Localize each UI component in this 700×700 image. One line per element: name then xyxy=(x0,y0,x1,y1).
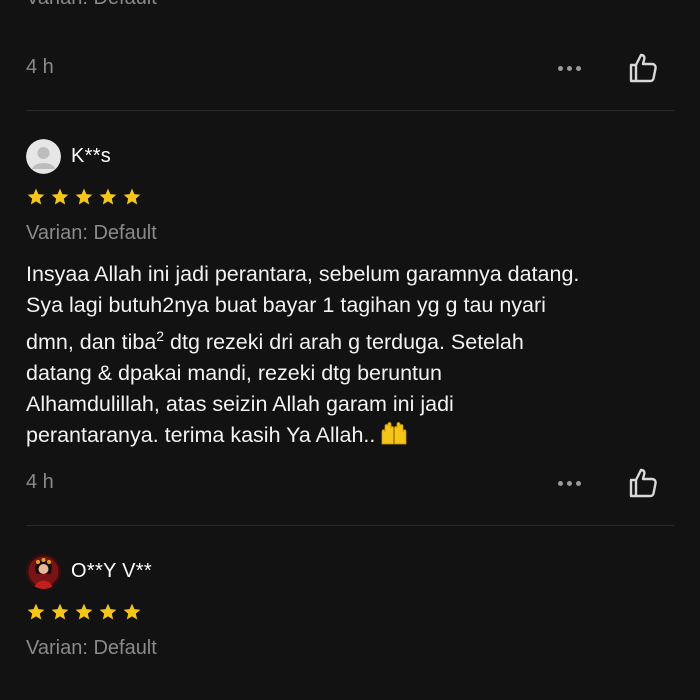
thumbs-up-icon[interactable] xyxy=(624,50,660,86)
reviewer-row: O**Y V** xyxy=(26,553,152,589)
more-dot xyxy=(575,65,581,71)
reviewer-name: K**s xyxy=(71,144,112,167)
variant-label: Varian: Default xyxy=(26,637,157,659)
raising-hands-emoji-icon xyxy=(381,422,407,445)
review-footer: 4 h xyxy=(26,48,674,88)
superscript: 2 xyxy=(156,328,165,344)
review-footer: 4 h xyxy=(26,463,674,503)
star-rating xyxy=(26,602,142,622)
review-text-line: dmn, dan tiba xyxy=(26,330,157,355)
star-icon xyxy=(123,603,141,620)
review-text-line: dtg rezeki dri arah g terduga. Setelah xyxy=(164,330,524,355)
more-dot xyxy=(566,65,572,71)
review-text: Insyaa Allah ini jadi perantara, sebelum… xyxy=(26,259,676,451)
reviews-page: Varian: Default 4 h K**s Varian: Default… xyxy=(0,0,700,700)
default-avatar-icon xyxy=(26,138,61,174)
star-icon xyxy=(99,603,117,620)
star-rating xyxy=(26,187,142,207)
star-icon xyxy=(99,188,117,205)
variant-label: Varian: Default xyxy=(26,222,157,244)
review-text-line: datang & dpakai mandi, rezeki dtg berunt… xyxy=(26,361,442,386)
more-dot xyxy=(575,480,581,486)
review-text-line: Sya lagi butuh2nya buat bayar 1 tagihan … xyxy=(26,293,546,317)
thumbs-up-icon[interactable] xyxy=(624,465,660,501)
review-text-line: perantaranya. terima kasih Ya Allah.. xyxy=(26,423,376,448)
more-dot xyxy=(566,480,572,486)
star-icon xyxy=(51,188,69,205)
avatar-icon xyxy=(26,553,61,589)
more-options-button[interactable] xyxy=(551,54,587,82)
review-time: 4 h xyxy=(26,471,54,493)
star-icon xyxy=(27,603,45,620)
more-dot xyxy=(557,480,563,486)
reviewer-row: K**s xyxy=(26,138,111,174)
reviewer-name: O**Y V** xyxy=(71,559,152,582)
divider xyxy=(26,110,674,111)
divider xyxy=(26,525,674,526)
star-icon xyxy=(27,188,45,205)
star-icon xyxy=(51,603,69,620)
review-time: 4 h xyxy=(26,56,54,78)
review-text-line: Insyaa Allah ini jadi perantara, sebelum… xyxy=(26,262,580,286)
review-text-line: Alhamdulillah, atas seizin Allah garam i… xyxy=(26,392,454,417)
star-icon xyxy=(75,603,93,620)
star-icon xyxy=(75,188,93,205)
more-options-button[interactable] xyxy=(551,469,587,497)
star-icon xyxy=(123,188,141,205)
more-dot xyxy=(557,65,563,71)
variant-label: Varian: Default xyxy=(26,0,157,10)
